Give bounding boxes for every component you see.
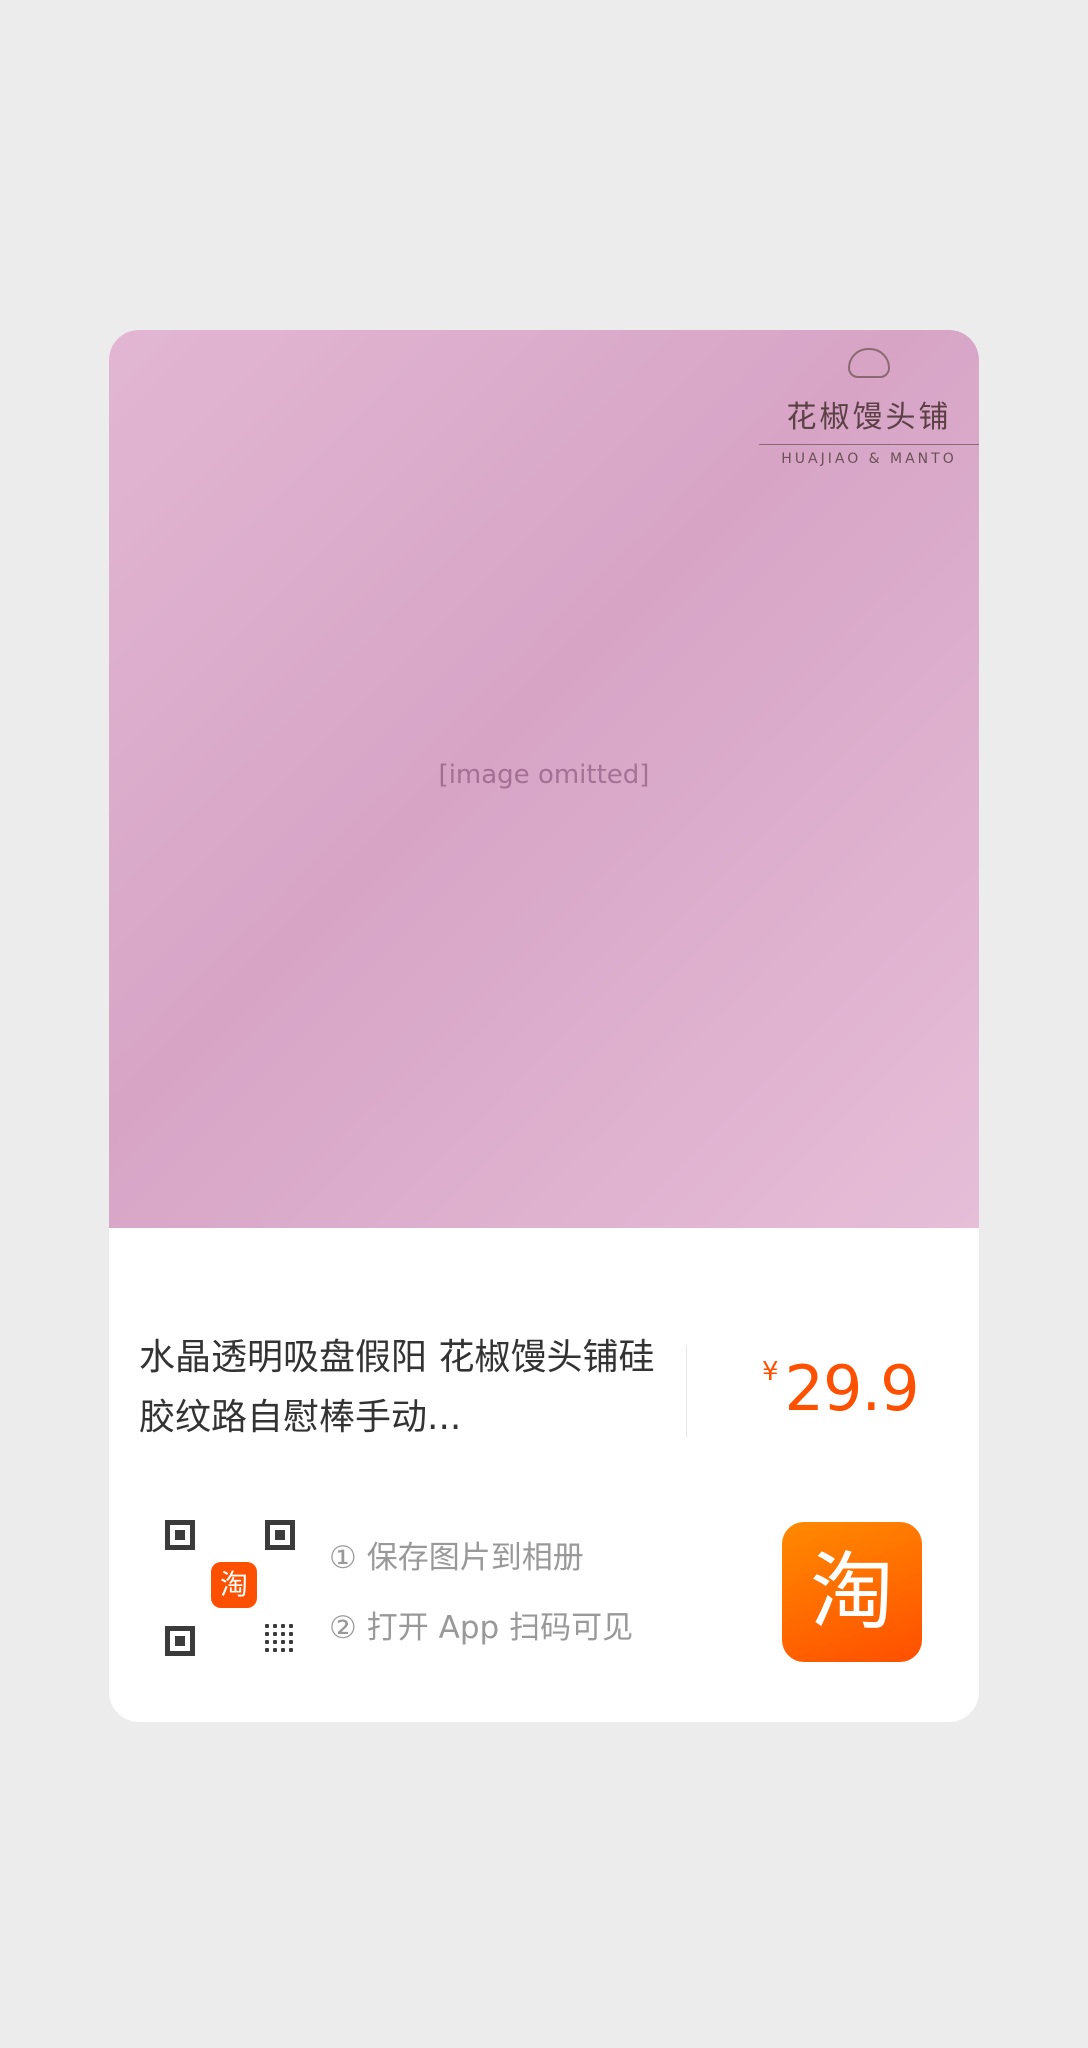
product-title: 水晶透明吸盘假阳 花椒馒头铺硅胶纹路自慰棒手动... <box>139 1337 655 1438</box>
title-price-divider <box>686 1345 687 1437</box>
taobao-app-icon[interactable]: 淘 <box>782 1522 922 1662</box>
product-image: [image omitted] 花椒馒头铺 HUAJIAO & MANTO <box>109 330 979 1228</box>
image-omitted-note: [image omitted] <box>438 760 650 790</box>
step-number: ① <box>329 1540 357 1576</box>
watermark-shop-name-en: HUAJIAO & MANTO <box>781 451 957 467</box>
step-text: 打开 App 扫码可见 <box>366 1610 634 1646</box>
qr-finder-top-right <box>265 1520 295 1550</box>
share-step-1: ① 保存图片到相册 <box>329 1532 584 1577</box>
qr-code: 淘 <box>165 1520 305 1660</box>
qr-finder-bottom-left <box>165 1626 195 1656</box>
mascot-icon <box>848 348 890 378</box>
step-text: 保存图片到相册 <box>366 1540 584 1576</box>
step-number: ② <box>329 1610 357 1646</box>
price-currency: ¥ <box>762 1357 779 1387</box>
qr-data-modules <box>263 1622 297 1652</box>
watermark-shop-name: 花椒馒头铺 <box>786 400 952 435</box>
shop-watermark: 花椒馒头铺 HUAJIAO & MANTO <box>759 348 979 467</box>
share-step-2: ② 打开 App 扫码可见 <box>329 1602 633 1647</box>
qr-finder-top-left <box>165 1520 195 1550</box>
qr-taobao-badge: 淘 <box>211 1562 257 1608</box>
price-value: 29.9 <box>784 1352 920 1425</box>
product-price: ¥29.9 <box>762 1352 920 1425</box>
watermark-divider <box>759 444 979 445</box>
share-card: [image omitted] 花椒馒头铺 HUAJIAO & MANTO 水晶… <box>109 330 979 1722</box>
